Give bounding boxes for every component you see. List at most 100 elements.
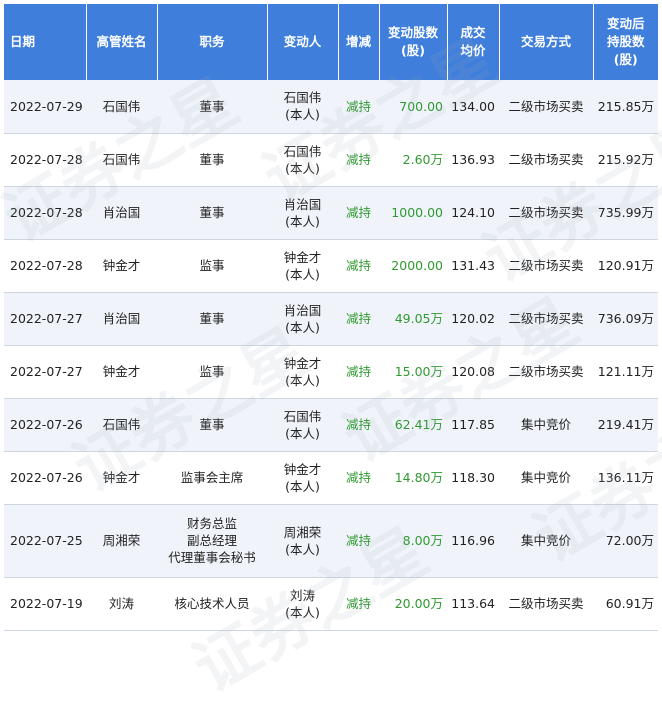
position-cell: 监事 — [157, 239, 267, 293]
after-shares-cell: 136.11万 — [593, 451, 658, 505]
avg-price-cell: 117.85 — [447, 398, 499, 452]
direction-cell: 减持 — [338, 133, 379, 187]
header-direction: 增减 — [338, 4, 380, 80]
trade-method-cell: 二级市场买卖 — [499, 133, 593, 187]
page: 日期 高管姓名 职务 变动人 增减 变动股数 (股) 成交 均价 交易方式 变动后持… — [0, 0, 662, 707]
name-cell: 刘涛 — [86, 577, 157, 631]
avg-price-cell: 136.93 — [447, 133, 499, 187]
table-row: 2022-07-26 钟金才 监事会主席 钟金才 (本人) 减持 14.80万 118.30 集… — [4, 451, 658, 505]
trade-method-cell: 集中竞价 — [499, 504, 593, 578]
change-shares-cell: 49.05万 — [379, 292, 447, 346]
avg-price-cell: 131.43 — [447, 239, 499, 293]
name-cell: 肖治国 — [86, 186, 157, 240]
table-row: 2022-07-28 肖治国 董事 肖治国 (本人) 减持 1000.00 124.10 二级市… — [4, 186, 658, 240]
change-shares-cell: 1000.00 — [379, 186, 447, 240]
table-header-row: 日期 高管姓名 职务 变动人 增减 变动股数 (股) 成交 均价 交易方式 变动后持… — [4, 4, 658, 80]
table-row: 2022-07-27 钟金才 监事 钟金才 (本人) 减持 15.00万 120.08 二级市场… — [4, 345, 658, 399]
changer-cell: 刘涛 (本人) — [267, 577, 338, 631]
table-row: 2022-07-28 钟金才 监事 钟金才 (本人) 减持 2000.00 131.43 二级市… — [4, 239, 658, 293]
changer-cell: 钟金才 (本人) — [267, 345, 338, 399]
name-cell: 肖治国 — [86, 292, 157, 346]
name-cell: 石国伟 — [86, 80, 157, 134]
after-shares-cell: 735.99万 — [593, 186, 658, 240]
position-cell: 监事会主席 — [157, 451, 267, 505]
after-shares-cell: 121.11万 — [593, 345, 658, 399]
date-cell: 2022-07-25 — [4, 504, 86, 578]
change-shares-cell: 2000.00 — [379, 239, 447, 293]
after-shares-cell: 736.09万 — [593, 292, 658, 346]
avg-price-cell: 113.64 — [447, 577, 499, 631]
after-shares-cell: 120.91万 — [593, 239, 658, 293]
changer-cell: 周湘荣 (本人) — [267, 504, 338, 578]
table-body: 2022-07-29 石国伟 董事 石国伟 (本人) 减持 700.00 134.00 二级市场… — [4, 80, 658, 631]
position-cell: 董事 — [157, 186, 267, 240]
table-row: 2022-07-19 刘涛 核心技术人员 刘涛 (本人) 减持 20.00万 113.64 二级… — [4, 577, 658, 631]
trade-method-cell: 二级市场买卖 — [499, 577, 593, 631]
trade-method-cell: 二级市场买卖 — [499, 186, 593, 240]
change-shares-cell: 14.80万 — [379, 451, 447, 505]
trade-method-cell: 集中竞价 — [499, 398, 593, 452]
changer-cell: 钟金才 (本人) — [267, 451, 338, 505]
changer-cell: 肖治国 (本人) — [267, 186, 338, 240]
avg-price-cell: 134.00 — [447, 80, 499, 134]
direction-cell: 减持 — [338, 398, 379, 452]
date-cell: 2022-07-27 — [4, 345, 86, 399]
direction-cell: 减持 — [338, 451, 379, 505]
change-shares-cell: 8.00万 — [379, 504, 447, 578]
position-cell: 财务总监 副总经理 代理董事会秘书 — [157, 504, 267, 578]
name-cell: 石国伟 — [86, 398, 157, 452]
table-row: 2022-07-28 石国伟 董事 石国伟 (本人) 减持 2.60万 136.93 二级市场买… — [4, 133, 658, 187]
insider-trading-table: 日期 高管姓名 职务 变动人 增减 变动股数 (股) 成交 均价 交易方式 变动后持… — [4, 4, 658, 631]
position-cell: 董事 — [157, 133, 267, 187]
position-cell: 董事 — [157, 292, 267, 346]
date-cell: 2022-07-29 — [4, 80, 86, 134]
change-shares-cell: 15.00万 — [379, 345, 447, 399]
change-shares-cell: 20.00万 — [379, 577, 447, 631]
date-cell: 2022-07-27 — [4, 292, 86, 346]
direction-cell: 减持 — [338, 504, 379, 578]
date-cell: 2022-07-26 — [4, 451, 86, 505]
avg-price-cell: 116.96 — [447, 504, 499, 578]
header-date: 日期 — [4, 4, 87, 80]
header-avg-price: 成交 均价 — [447, 4, 500, 80]
changer-cell: 钟金才 (本人) — [267, 239, 338, 293]
name-cell: 周湘荣 — [86, 504, 157, 578]
name-cell: 钟金才 — [86, 239, 157, 293]
avg-price-cell: 120.08 — [447, 345, 499, 399]
table-row: 2022-07-29 石国伟 董事 石国伟 (本人) 减持 700.00 134.00 二级市场… — [4, 80, 658, 134]
after-shares-cell: 215.85万 — [593, 80, 658, 134]
avg-price-cell: 118.30 — [447, 451, 499, 505]
table-row: 2022-07-26 石国伟 董事 石国伟 (本人) 减持 62.41万 117.85 集中竞价… — [4, 398, 658, 452]
changer-cell: 石国伟 (本人) — [267, 80, 338, 134]
date-cell: 2022-07-28 — [4, 186, 86, 240]
after-shares-cell: 72.00万 — [593, 504, 658, 578]
position-cell: 监事 — [157, 345, 267, 399]
trade-method-cell: 二级市场买卖 — [499, 345, 593, 399]
avg-price-cell: 120.02 — [447, 292, 499, 346]
avg-price-cell: 124.10 — [447, 186, 499, 240]
header-changer: 变动人 — [267, 4, 339, 80]
trade-method-cell: 二级市场买卖 — [499, 80, 593, 134]
header-trade-method: 交易方式 — [499, 4, 594, 80]
direction-cell: 减持 — [338, 186, 379, 240]
change-shares-cell: 2.60万 — [379, 133, 447, 187]
date-cell: 2022-07-19 — [4, 577, 86, 631]
position-cell: 董事 — [157, 80, 267, 134]
change-shares-cell: 700.00 — [379, 80, 447, 134]
header-change-shares: 变动股数 (股) — [379, 4, 448, 80]
trade-method-cell: 集中竞价 — [499, 451, 593, 505]
trade-method-cell: 二级市场买卖 — [499, 239, 593, 293]
change-shares-cell: 62.41万 — [379, 398, 447, 452]
after-shares-cell: 60.91万 — [593, 577, 658, 631]
direction-cell: 减持 — [338, 577, 379, 631]
header-after-shares: 变动后 持股数 (股) — [593, 4, 658, 80]
direction-cell: 减持 — [338, 239, 379, 293]
position-cell: 董事 — [157, 398, 267, 452]
after-shares-cell: 219.41万 — [593, 398, 658, 452]
trade-method-cell: 二级市场买卖 — [499, 292, 593, 346]
changer-cell: 肖治国 (本人) — [267, 292, 338, 346]
date-cell: 2022-07-26 — [4, 398, 86, 452]
changer-cell: 石国伟 (本人) — [267, 133, 338, 187]
table-row: 2022-07-25 周湘荣 财务总监 副总经理 代理董事会秘书 周湘荣 (本人) 减持 8.0… — [4, 504, 658, 578]
name-cell: 钟金才 — [86, 345, 157, 399]
